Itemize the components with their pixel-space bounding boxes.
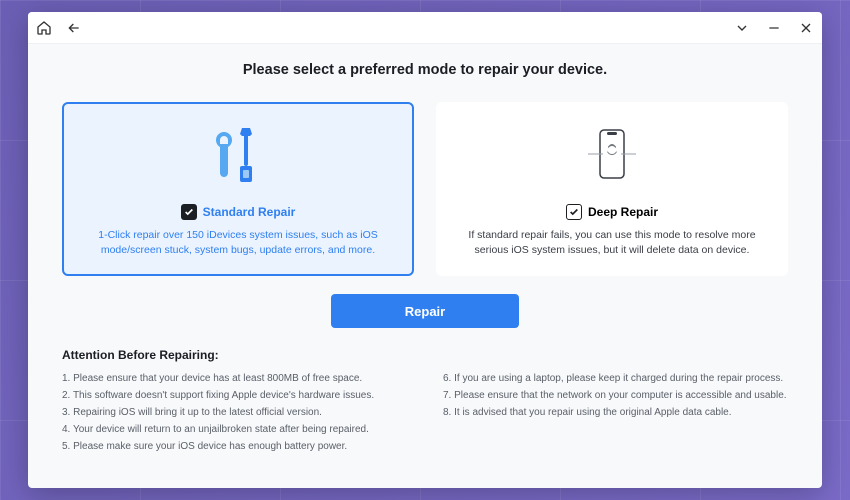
deep-repair-card[interactable]: Deep Repair If standard repair fails, yo… [436,102,788,276]
deep-repair-desc: If standard repair fails, you can use th… [458,228,766,258]
content-area: Please select a preferred mode to repair… [28,44,822,488]
titlebar [28,12,822,44]
standard-repair-card[interactable]: Standard Repair 1-Click repair over 150 … [62,102,414,276]
deep-repair-checkbox[interactable] [566,204,582,220]
attention-col-left: 1. Please ensure that your device has at… [62,370,407,455]
deep-repair-title: Deep Repair [588,205,658,219]
attention-item: 3. Repairing iOS will bring it up to the… [62,404,407,421]
phone-icon [582,122,642,194]
minimize-icon[interactable] [766,20,782,36]
attention-item: 4. Your device will return to an unjailb… [62,421,407,438]
standard-repair-desc: 1-Click repair over 150 iDevices system … [84,228,392,258]
close-icon[interactable] [798,20,814,36]
standard-repair-title: Standard Repair [203,205,296,219]
repair-button[interactable]: Repair [331,294,519,328]
attention-item: 7. Please ensure that the network on you… [443,387,788,404]
back-icon[interactable] [66,20,82,36]
attention-item: 5. Please make sure your iOS device has … [62,438,407,455]
app-window: Please select a preferred mode to repair… [28,12,822,488]
tools-icon [210,122,266,194]
attention-item: 1. Please ensure that your device has at… [62,370,407,387]
mode-cards: Standard Repair 1-Click repair over 150 … [62,102,788,276]
attention-col-right: 6. If you are using a laptop, please kee… [443,370,788,455]
attention-heading: Attention Before Repairing: [62,348,788,362]
standard-repair-checkbox[interactable] [181,204,197,220]
attention-item: 6. If you are using a laptop, please kee… [443,370,788,387]
attention-item: 8. It is advised that you repair using t… [443,404,788,421]
attention-lists: 1. Please ensure that your device has at… [62,370,788,455]
page-title: Please select a preferred mode to repair… [62,62,788,78]
home-icon[interactable] [36,20,52,36]
chevron-down-icon[interactable] [734,20,750,36]
attention-item: 2. This software doesn't support fixing … [62,387,407,404]
